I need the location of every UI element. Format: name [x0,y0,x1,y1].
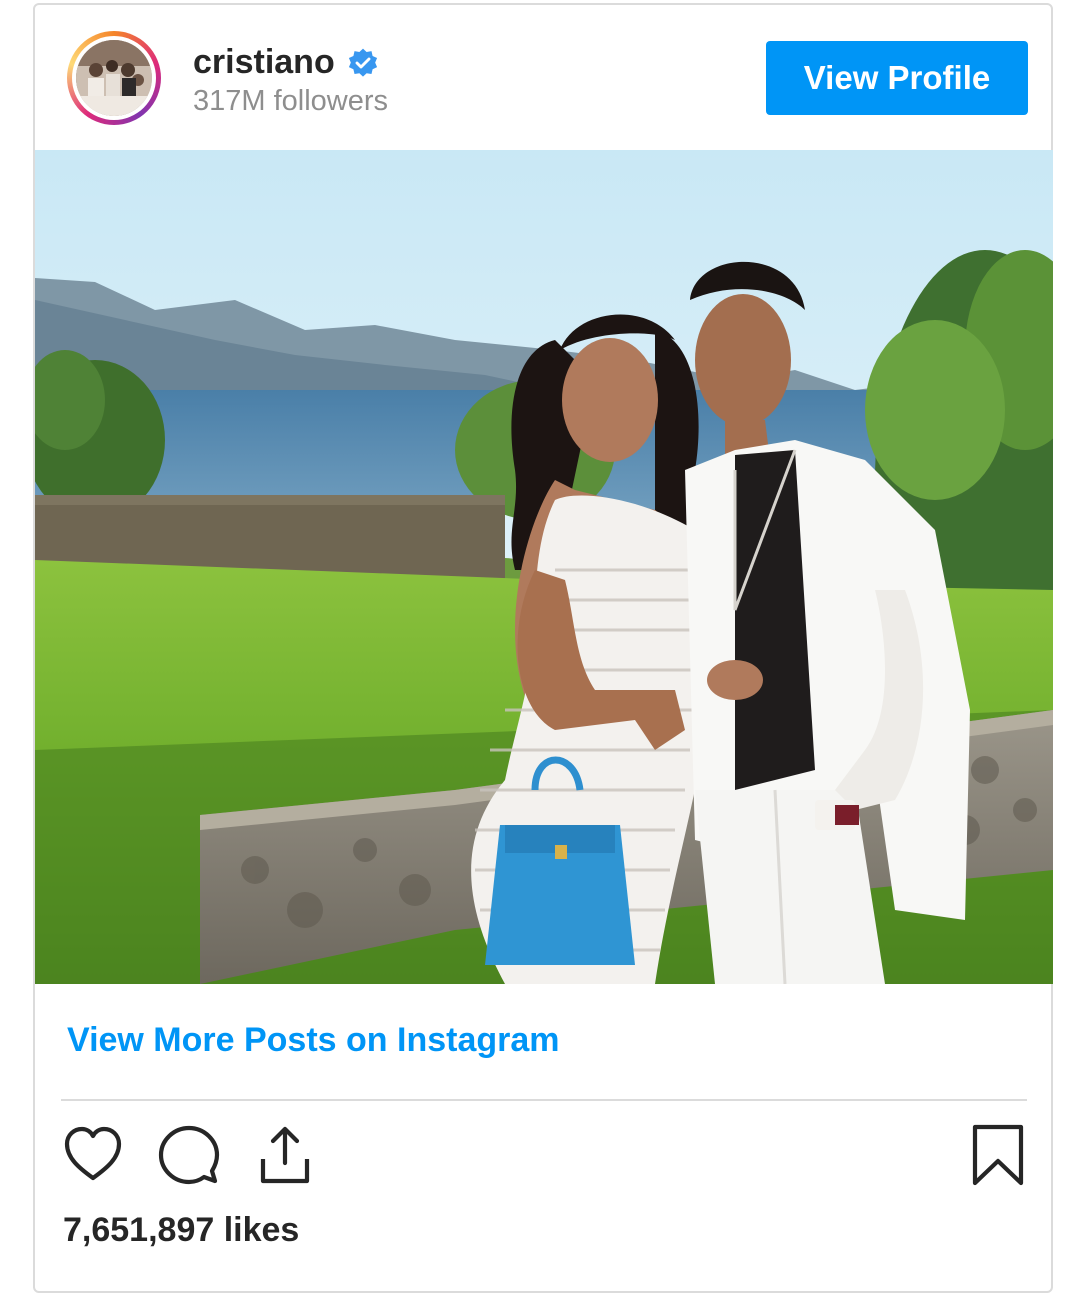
view-more-posts-link[interactable]: View More Posts on Instagram [67,1021,560,1060]
heart-icon [64,1126,122,1181]
view-profile-button[interactable]: View Profile [766,41,1028,115]
action-bar [61,1123,1027,1193]
username[interactable]: cristiano [193,43,335,82]
post-header: cristiano 317M followers View Profile [35,5,1051,150]
post-image[interactable] [35,150,1053,984]
like-button[interactable] [61,1123,125,1190]
follower-count: 317M followers [193,85,389,117]
share-icon [260,1126,310,1184]
avatar[interactable] [67,31,161,125]
instagram-embed-card: cristiano 317M followers View Profile Vi… [33,3,1053,1293]
like-count: 7,651,897 likes [63,1211,300,1249]
verified-badge-icon [348,48,377,77]
avatar-photo [76,40,152,116]
bookmark-icon [972,1124,1024,1186]
share-button[interactable] [253,1123,317,1190]
comment-button[interactable] [157,1123,221,1190]
comment-icon [158,1125,220,1185]
save-button[interactable] [969,1123,1027,1190]
divider [61,1099,1027,1101]
